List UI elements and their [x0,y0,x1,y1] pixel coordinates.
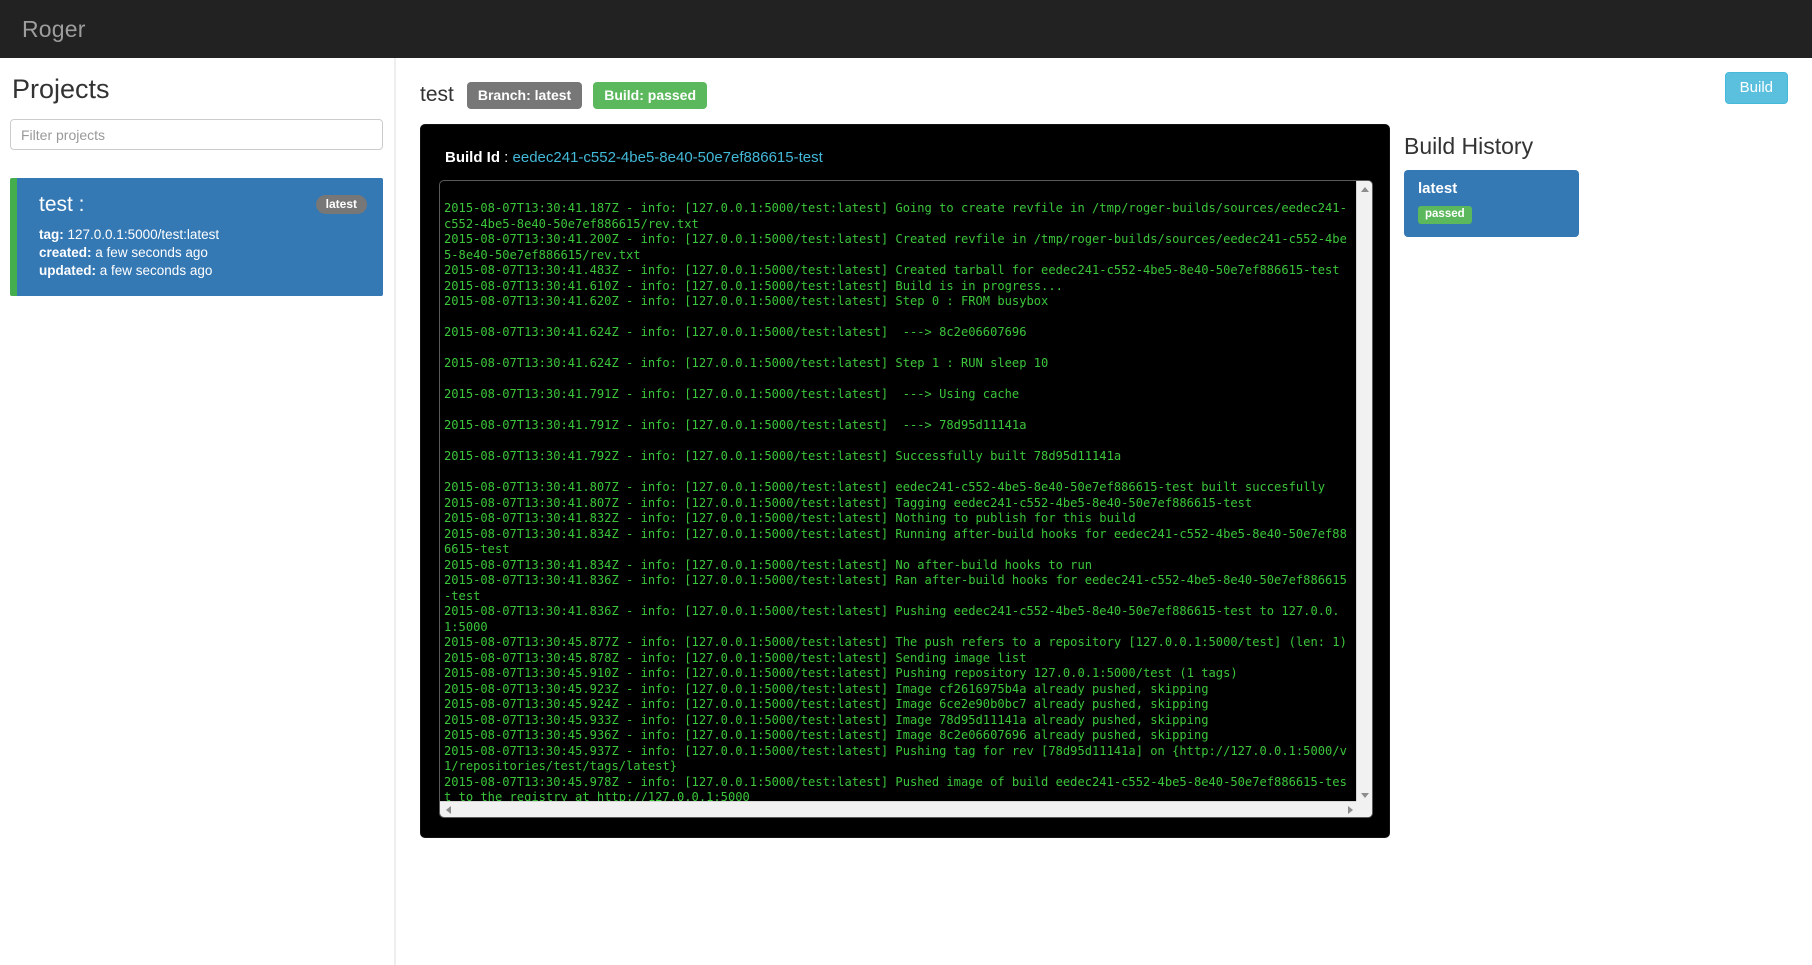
project-tag-row: tag: 127.0.0.1:5000/test:latest [39,226,367,244]
project-tag-label: tag: [39,227,64,243]
project-tag-value: 127.0.0.1:5000/test:latest [67,227,220,243]
build-log-container: 2015-08-07T13:30:41.187Z - info: [127.0.… [439,180,1373,818]
project-created-row: created: a few seconds ago [39,244,367,262]
projects-sidebar: Projects test : latest tag: 127.0.0.1:50… [0,58,396,965]
project-card-header: test : latest [39,192,367,217]
project-metadata: tag: 127.0.0.1:5000/test:latest created:… [39,226,367,280]
scrollbar-corner [1356,801,1372,817]
build-history-heading: Build History [1404,133,1534,159]
horizontal-scroll-thumb[interactable] [457,804,1347,815]
filter-projects-input[interactable] [10,119,383,150]
projects-heading: Projects [12,74,110,104]
scroll-up-arrow-icon[interactable] [1357,181,1372,197]
project-branch-badge: latest [315,195,367,215]
project-created-label: created: [39,245,92,261]
top-navbar: Roger [0,0,1812,58]
build-status-badge: Build: passed [593,81,708,109]
repo-title: test [420,83,454,106]
build-id-label: Build Id [445,149,500,166]
project-updated-label: updated: [39,263,96,279]
project-created-value: a few seconds ago [95,245,208,261]
project-updated-value: a few seconds ago [99,263,213,279]
build-button[interactable]: Build [1724,72,1788,104]
main-content: test Branch: latest Build: passed Build … [396,58,1392,965]
build-history-name: latest [1418,180,1458,197]
build-id-separator: : [504,149,509,166]
build-log-text[interactable]: 2015-08-07T13:30:41.187Z - info: [127.0.… [440,193,1357,815]
build-history-status-badge: passed [1418,205,1472,224]
log-horizontal-scrollbar[interactable] [440,801,1372,817]
build-id-value[interactable]: eedec241-c552-4be5-8e40-50e7ef886615-tes… [513,149,823,166]
app-brand-logo[interactable]: Roger [22,17,86,41]
project-updated-row: updated: a few seconds ago [39,262,367,280]
build-history-item-latest[interactable]: latest passed [1404,170,1579,237]
build-id-line: Build Id : eedec241-c552-4be5-8e40-50e7e… [445,149,1371,166]
branch-badge: Branch: latest [466,81,583,109]
project-card-test[interactable]: test : latest tag: 127.0.0.1:5000/test:l… [10,178,383,297]
build-header: test Branch: latest Build: passed [420,58,1392,114]
scroll-left-arrow-icon[interactable] [440,802,456,817]
project-name: test : [39,193,85,216]
right-sidebar: Build Build History latest passed [1392,58,1812,965]
build-output-panel: Build Id : eedec241-c552-4be5-8e40-50e7e… [420,124,1390,838]
log-vertical-scrollbar[interactable] [1356,181,1372,803]
vertical-scroll-thumb[interactable] [1359,197,1371,757]
page-body: Projects test : latest tag: 127.0.0.1:50… [0,58,1812,965]
